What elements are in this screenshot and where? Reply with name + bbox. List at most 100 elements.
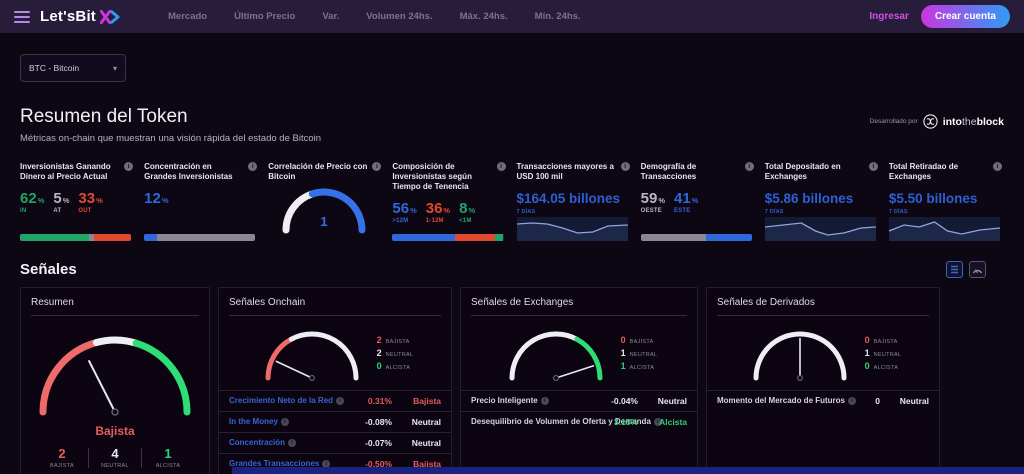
nav-item-ultimo-precio[interactable]: Último Precio (234, 11, 295, 22)
token-select-value: BTC - Bitcoin (29, 63, 80, 73)
metric-title: Correlación de Precio con Bitcoin (268, 162, 368, 181)
signal-row: Desequilibrio de Volumen de Oferta y Dem… (461, 410, 697, 432)
card-title: Señales de Derivados (717, 296, 815, 308)
onchain-signal-table: Crecimiento Neto de la Red i 0.31% Bajist… (219, 389, 451, 474)
metric-title: Concentración en Grandes Inversionistas (144, 162, 233, 181)
derivatives-signal-table: Momento del Mercado de Futuros i 0 Neutra… (707, 389, 939, 411)
signal-label[interactable]: Concentración i (229, 438, 347, 447)
metric-card-exchange-deposits: Total Depositado en Exchanges i $5.86 bi… (764, 162, 880, 241)
login-link[interactable]: Ingresar (869, 11, 908, 22)
metric-value: $5.86 billones (764, 191, 854, 206)
signal-value: 3.18% (613, 416, 638, 427)
gauge-legend: 0 BAJISTA 1 NEUTRAL 1 ALCISTA (620, 334, 658, 371)
signal-verdict: Neutral (899, 395, 929, 406)
top-nav: Let'sBit Mercado Último Precio Var. Volu… (0, 0, 1024, 33)
info-icon[interactable]: i (248, 162, 258, 171)
card-title: Señales de Exchanges (471, 296, 574, 308)
info-icon[interactable]: i (744, 162, 754, 171)
signal-verdict: Bajista (413, 395, 441, 406)
logo-text: Let'sBit (40, 8, 97, 25)
signal-verdict: Neutral (411, 437, 441, 448)
signal-label[interactable]: Precio Inteligente i (471, 396, 593, 405)
metric-card-exchange-withdrawals: Total Retiradao de Exchanges i $5.50 bil… (888, 162, 1004, 241)
stat-1-12m: 36% 1-12M (425, 200, 451, 224)
token-metrics-row: Inversionistas Ganando Dinero al Precio … (20, 162, 1004, 241)
info-icon[interactable]: i (280, 417, 289, 426)
metric-card-demographics: Demografía de Transacciones i 59% OESTE … (640, 162, 756, 241)
letsbit-logo[interactable]: Let'sBit (40, 8, 120, 25)
metric-title: Total Retiradao de Exchanges (888, 162, 959, 181)
correlation-value: 1 (320, 214, 327, 229)
bearish-count: 2 (58, 445, 66, 461)
nav-item-max[interactable]: Máx. 24hs. (460, 11, 508, 22)
correlation-gauge: 1 (282, 188, 366, 234)
signal-row: Concentración i -0.07% Neutral (219, 431, 451, 453)
derivatives-gauge (753, 331, 847, 381)
metric-title: Composición de Inversionistas según Tiem… (392, 162, 472, 191)
distribution-bar (20, 233, 132, 241)
gauge-legend: 2 BAJISTA 2 NEUTRAL 0 ALCISTA (376, 334, 414, 371)
summary-verdict: Bajista (95, 423, 135, 438)
gauge-view-toggle[interactable] (969, 260, 986, 278)
signal-card-exchanges: Señales de Exchanges 0 BAJISTA 1 NEUTRAL 1… (460, 286, 698, 474)
signal-row: In the Money i -0.08% Neutral (219, 410, 451, 432)
summary-gauge (39, 336, 191, 416)
signal-card-derivatives: Señales de Derivados 0 BAJISTA 1 NEUTRAL 0… (706, 286, 940, 474)
distribution-bar (392, 233, 504, 241)
chevron-down-icon: ▾ (112, 63, 117, 73)
nav-item-volumen[interactable]: Volumen 24hs. (366, 11, 432, 22)
neutral-count: 4 (111, 445, 119, 461)
stat-east: 41% ESTE (673, 190, 699, 214)
signup-button[interactable]: Crear cuenta (920, 5, 1010, 28)
signals-title: Señales (20, 260, 77, 278)
info-icon[interactable]: i (124, 162, 134, 171)
nav-item-var[interactable]: Var. (322, 11, 339, 22)
distribution-bar (640, 233, 752, 241)
sparkline-chart (516, 216, 628, 241)
info-icon[interactable]: i (288, 438, 297, 447)
info-icon[interactable]: i (868, 162, 878, 171)
nav-item-min[interactable]: Mín. 24hs. (535, 11, 581, 22)
info-icon[interactable]: i (540, 396, 549, 405)
bullish-count: 1 (164, 445, 172, 461)
metric-card-hodl-composition: Composición de Inversionistas según Tiem… (392, 162, 507, 241)
gauge-legend: 0 BAJISTA 1 NEUTRAL 0 ALCISTA (864, 334, 902, 371)
signal-value: -0.08% (365, 416, 392, 427)
stat-over-12m: 56% >12M (392, 200, 417, 224)
metric-title: Total Depositado en Exchanges (764, 162, 841, 181)
signal-row: Precio Inteligente i -0.04% Neutral (461, 389, 697, 411)
stat-west: 59% OESTE (640, 190, 665, 214)
signal-value: 0 (875, 395, 880, 406)
page-title: Resumen del Token (20, 106, 188, 127)
powered-by-label: Desarrollado por (869, 118, 918, 125)
signal-label[interactable]: Crecimiento Neto de la Red i (229, 396, 347, 405)
metric-card-concentration: Concentración en Grandes Inversionistas … (144, 162, 259, 241)
signal-label[interactable]: Desequilibrio de Volumen de Oferta y Dem… (471, 417, 662, 426)
nav-item-mercado[interactable]: Mercado (168, 11, 207, 22)
info-icon[interactable]: i (620, 162, 630, 171)
signal-label[interactable]: In the Money i (229, 417, 347, 426)
info-icon[interactable]: i (496, 162, 506, 171)
token-select[interactable]: BTC - Bitcoin ▾ (20, 54, 126, 82)
exchanges-signal-table: Precio Inteligente i -0.04% Neutral Deseq… (461, 389, 697, 432)
gauge-needle (555, 364, 594, 379)
metric-title: Demografía de Transacciones (640, 162, 697, 181)
signal-card-summary: Resumen Bajista 2 BAJISTA 4 NEUTRAL 1 AL… (20, 286, 210, 474)
signal-value: -0.07% (365, 437, 392, 448)
summary-counts: 2 BAJISTA 4 NEUTRAL 1 ALCISTA (49, 445, 181, 469)
menu-icon[interactable] (14, 10, 30, 23)
intotheblock-icon (923, 114, 938, 129)
metric-value: $164.05 billones (516, 191, 621, 206)
info-icon[interactable]: i (993, 162, 1002, 171)
info-icon[interactable]: i (336, 396, 345, 405)
metric-card-large-transactions: Transacciones mayores a USD 100 mil i $1… (516, 162, 632, 241)
metric-title: Transacciones mayores a USD 100 mil (516, 162, 614, 181)
logo-x-icon (100, 9, 120, 24)
info-icon[interactable]: i (372, 162, 382, 171)
intotheblock-wordmark: intotheblock (942, 115, 1004, 128)
list-view-toggle[interactable] (946, 260, 963, 278)
signal-verdict: Alcista (659, 416, 687, 427)
signal-label[interactable]: Momento del Mercado de Futuros i (717, 396, 857, 405)
stat-under-1m: 8% <1M (459, 200, 476, 224)
stat-out: 33% OUT (78, 190, 103, 214)
